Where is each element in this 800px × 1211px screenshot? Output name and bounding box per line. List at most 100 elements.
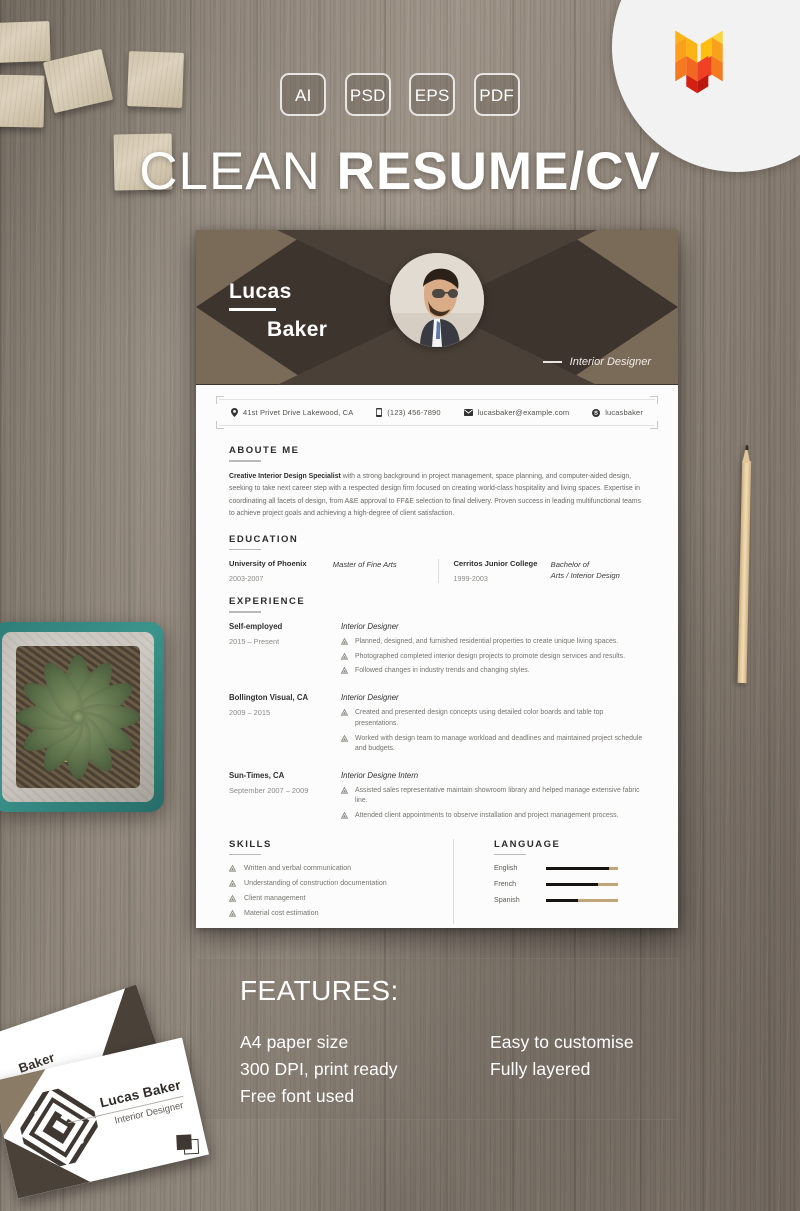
experience-bullet-text: Created and presented design concepts us… — [355, 709, 604, 727]
experience-meta: Sun-Times, CA September 2007 – 2009 — [229, 771, 341, 826]
education-school: Cerritos Junior College — [453, 559, 538, 569]
experience-company: Bollington Visual, CA — [229, 693, 309, 703]
skill-text: Client management — [244, 894, 306, 903]
experience-bullet-text: Planned, designed, and furnished residen… — [355, 637, 619, 645]
language-name: French — [494, 880, 517, 889]
triangle-bullet-icon — [341, 637, 348, 645]
education-degree: Bachelor of Arts / Interior Design — [550, 560, 620, 581]
experience-title: Interior Designe Intern — [341, 770, 419, 780]
experience-detail: Interior Designer Planned, designed, and … — [341, 622, 645, 682]
resume-page: Lucas Baker Interior Designer 41st Prive… — [196, 230, 678, 928]
education-item: University of Phoenix 2003-2007 — [229, 559, 333, 583]
language-item: English — [494, 864, 645, 872]
experience-bullet-text: Attended client appointments to observe … — [355, 811, 619, 819]
experience-company: Self-employed — [229, 621, 283, 631]
language-item: Spanish — [494, 896, 645, 904]
education-years: 2003-2007 — [229, 574, 264, 584]
triangle-bullet-icon — [341, 786, 348, 794]
card-square-outline — [183, 1138, 200, 1155]
feature-item: Free font used — [240, 1086, 355, 1106]
succulent-core — [71, 710, 85, 724]
section-language: LANGUAGE English French Spanish — [476, 839, 645, 925]
last-name: Baker — [267, 317, 328, 341]
succulent-rosette — [3, 642, 153, 792]
pencil-lead — [745, 444, 749, 451]
language-bar-fill — [546, 898, 579, 902]
section-about: ABOUTE ME Creative Interior Design Speci… — [229, 445, 645, 521]
section-experience: EXPERIENCE Self-employed 2015 – Present In… — [229, 596, 645, 826]
resume-header-band: Lucas Baker Interior Designer — [196, 230, 678, 385]
format-badge-pdf[interactable]: PDF — [473, 73, 520, 116]
language-bar-fill — [546, 882, 598, 886]
section-rule — [229, 853, 261, 856]
section-rule — [229, 460, 261, 462]
features-column-right: Easy to customise Fully layered — [490, 1032, 634, 1107]
location-pin-icon — [231, 408, 238, 417]
triangle-bullet-icon — [341, 652, 348, 660]
skill-text: Material cost estimation — [244, 909, 319, 918]
experience-title: Interior Designer — [341, 621, 399, 631]
experience-bullet: Photographed completed interior design p… — [341, 652, 645, 662]
corner-mark — [216, 396, 224, 404]
experience-bullet: Assisted sales representative maintain s… — [341, 786, 645, 807]
corner-mark — [216, 421, 224, 429]
section-rule — [229, 548, 261, 551]
feature-item: 300 DPI, print ready — [240, 1059, 398, 1079]
language-name: English — [494, 864, 518, 873]
language-bar-fill — [546, 866, 610, 870]
education-heading: EDUCATION — [229, 533, 299, 545]
experience-bullet: Created and presented design concepts us… — [341, 708, 645, 729]
section-skills: SKILLS Written and verbal communication U… — [229, 838, 454, 925]
features-panel: FEATURES: A4 paper size 300 DPI, print re… — [196, 958, 678, 1120]
corner-mark — [650, 421, 658, 429]
language-list: English French Spanish — [494, 864, 645, 904]
first-name: Lucas — [229, 280, 292, 303]
skill-item: Understanding of construction documentat… — [229, 879, 433, 887]
experience-detail: Interior Designe Intern Assisted sales re… — [341, 771, 645, 826]
experience-title: Interior Designer — [341, 693, 399, 703]
contact-email[interactable]: lucasbaker@example.com — [463, 408, 570, 417]
about-lead: Creative Interior Design Specialist — [229, 472, 341, 480]
experience-meta: Self-employed 2015 – Present — [229, 622, 341, 682]
triangle-bullet-icon — [341, 667, 348, 675]
experience-meta: Bollington Visual, CA 2009 – 2015 — [229, 693, 341, 758]
contact-email-text: lucasbaker@example.com — [477, 408, 570, 417]
experience-bullet: Followed changes in industry trends and … — [341, 666, 645, 676]
resume-name-block: Lucas Baker — [229, 280, 327, 342]
skill-text: Understanding of construction documentat… — [244, 879, 387, 888]
avatar — [390, 253, 484, 347]
promo-title-thin: CLEAN — [139, 142, 321, 201]
section-rule — [229, 611, 261, 613]
experience-detail: Interior Designer Created and presented d… — [341, 693, 645, 758]
format-badge-eps[interactable]: EPS — [409, 73, 456, 116]
contact-phone-text: (123) 456-7890 — [387, 408, 441, 417]
triangle-bullet-icon — [229, 865, 236, 872]
wood-block — [0, 21, 51, 63]
envelope-icon — [463, 409, 473, 416]
skill-text: Written and verbal communication — [244, 864, 352, 873]
skill-item: Material cost estimation — [229, 909, 433, 917]
education-school: University of Phoenix — [229, 559, 307, 569]
experience-bullet-text: Followed changes in industry trends and … — [355, 667, 530, 675]
templatemonster-heart-logo[interactable] — [656, 22, 742, 100]
triangle-bullet-icon — [341, 811, 348, 819]
triangle-bullet-icon — [229, 880, 236, 887]
features-columns: A4 paper size 300 DPI, print ready Free fo… — [240, 1032, 658, 1107]
contact-address[interactable]: 41st Privet Drive Lakewood, CA — [231, 408, 353, 417]
contact-skype-text: lucasbaker — [605, 408, 643, 417]
format-badge-ai[interactable]: AI — [280, 73, 327, 116]
card-logo-icon — [14, 1082, 104, 1173]
profile-photo-illustration — [390, 253, 484, 347]
succulent-plant-in-pot — [0, 622, 164, 812]
education-degree-wrap: Master of Fine Arts — [333, 559, 439, 570]
language-heading: LANGUAGE — [494, 838, 561, 850]
resume-body: ABOUTE ME Creative Interior Design Speci… — [196, 426, 678, 925]
education-degree: Master of Fine Arts — [332, 560, 397, 570]
section-education: EDUCATION University of Phoenix 2003-200… — [229, 534, 645, 584]
contact-skype[interactable]: lucasbaker — [592, 408, 643, 417]
contact-bar-wrapper: 41st Privet Drive Lakewood, CA (123) 456… — [196, 385, 678, 429]
contact-phone[interactable]: (123) 456-7890 — [376, 408, 441, 417]
format-badge-psd[interactable]: PSD — [344, 73, 391, 116]
feature-item: A4 paper size — [240, 1032, 349, 1052]
triangle-bullet-icon — [341, 734, 348, 742]
